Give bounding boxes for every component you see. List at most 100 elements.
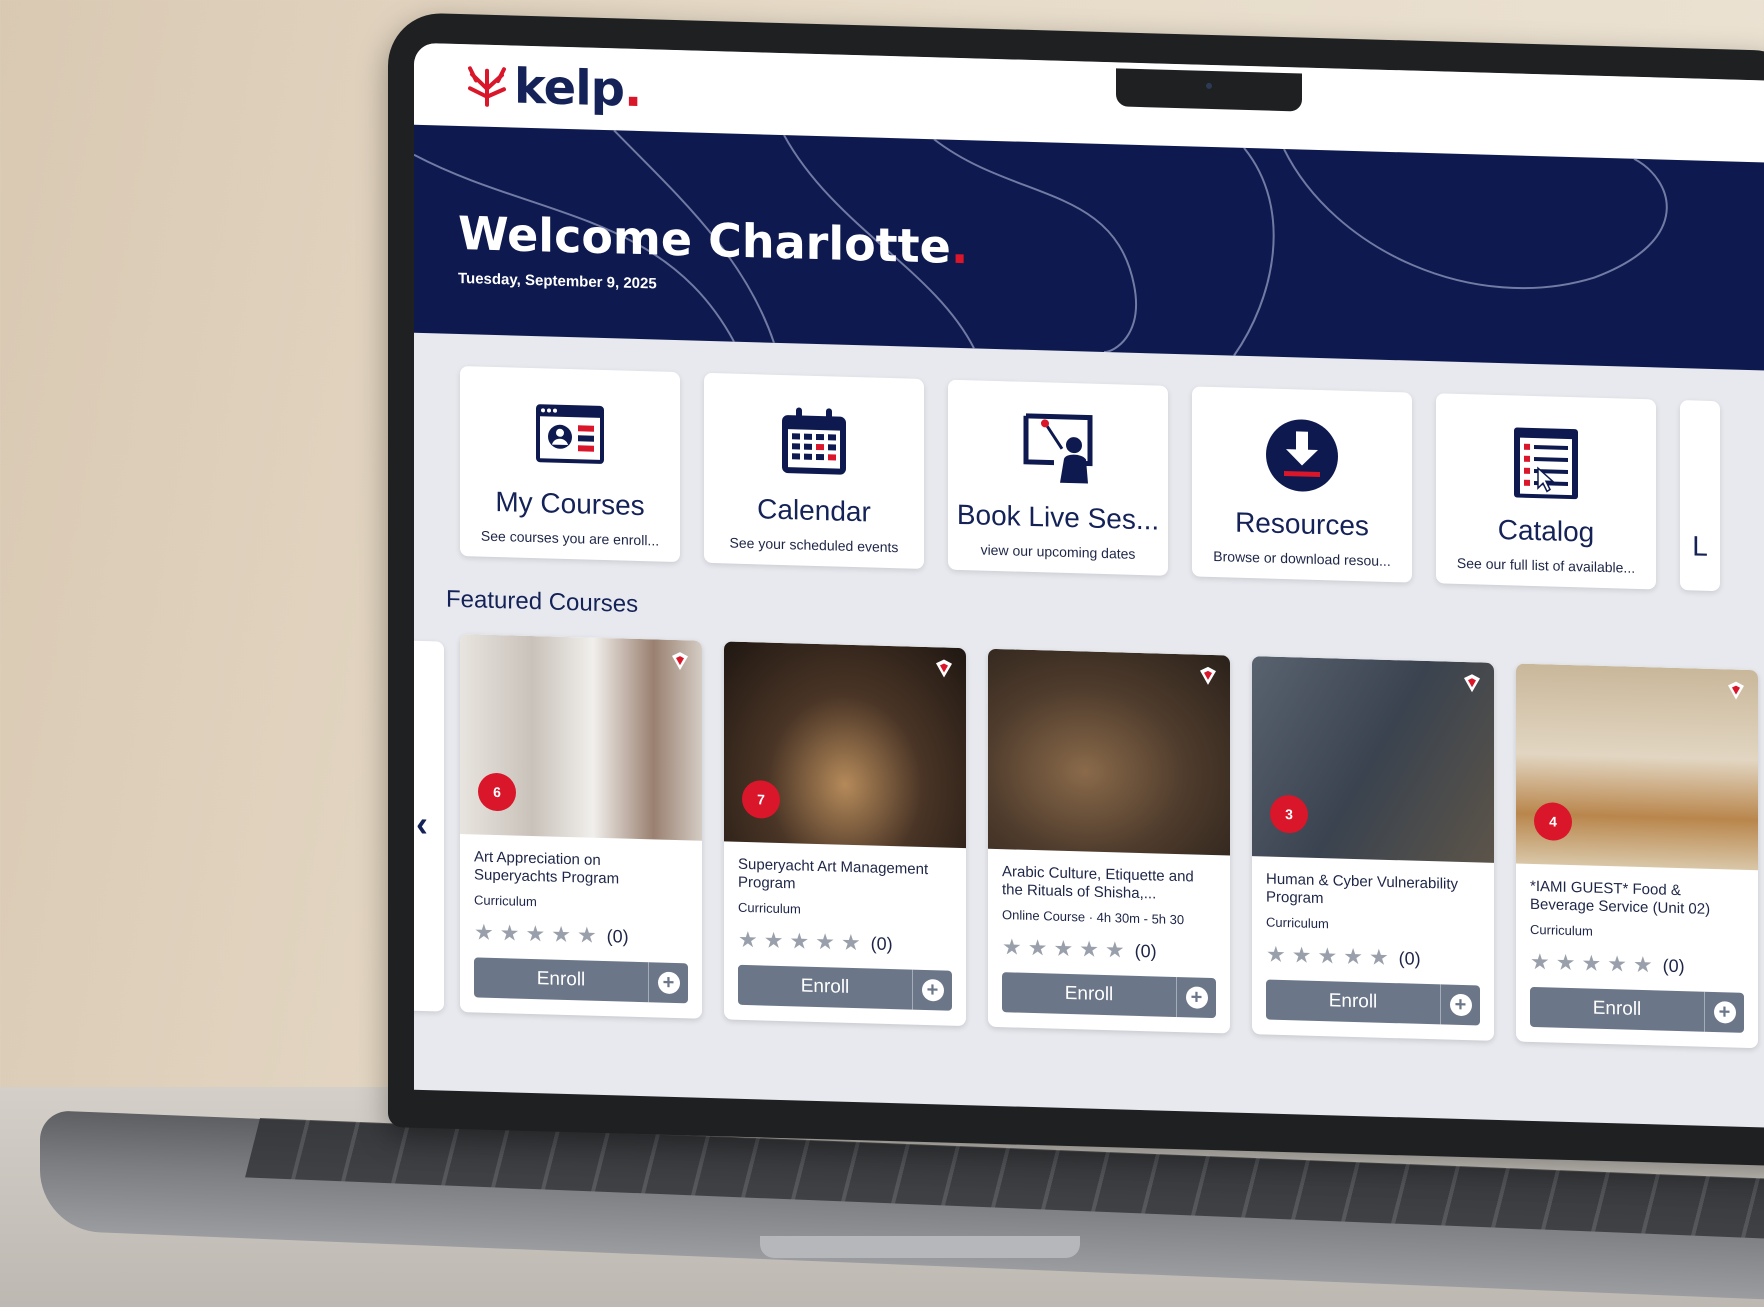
tile-partial[interactable]: L <box>1680 400 1720 592</box>
star-icon: ★ <box>1053 935 1074 962</box>
course-card[interactable]: 7 Superyacht Art Management Program Curr… <box>724 641 966 1027</box>
star-icon: ★ <box>1317 942 1338 969</box>
star-icon: ★ <box>1079 936 1099 962</box>
tile-book-live-session[interactable]: Book Live Ses... view our upcoming dates <box>948 379 1168 576</box>
rating-count: (0) <box>1662 955 1685 976</box>
rating-count: (0) <box>606 925 629 947</box>
live-session-icon <box>1023 413 1093 484</box>
enroll-button[interactable]: Enroll + <box>474 957 688 1004</box>
tile-title: Book Live Ses... <box>956 498 1160 536</box>
enroll-label: Enroll <box>1592 997 1642 1021</box>
plus-icon: + <box>1176 977 1216 1019</box>
course-image: 3 <box>1252 656 1494 863</box>
star-icon: ★ <box>1266 941 1286 968</box>
tile-title: My Courses <box>495 485 645 522</box>
star-icon: ★ <box>1104 937 1125 963</box>
star-icon: ★ <box>1343 943 1363 970</box>
star-icon: ★ <box>576 922 597 948</box>
course-title: Superyacht Art Management Program <box>738 855 929 893</box>
catalog-icon <box>1514 427 1578 500</box>
calendar-icon <box>782 407 846 475</box>
app-screen: kelp. Welcome Charlotte. Tuesday, Septem… <box>414 42 1764 1129</box>
provider-badge-icon <box>672 652 688 671</box>
enroll-button[interactable]: Enroll + <box>1530 986 1744 1033</box>
tile-calendar[interactable]: Calendar See your scheduled events <box>704 372 924 569</box>
brand-logo[interactable]: kelp. <box>464 57 641 118</box>
star-icon: ★ <box>1291 942 1312 968</box>
course-card[interactable]: 4 *IAMI GUEST* Food & Beverage Service (… <box>1516 663 1758 1049</box>
tile-my-courses[interactable]: My Courses See courses you are enroll... <box>460 366 680 563</box>
rating-count: (0) <box>1134 940 1157 961</box>
star-icon: ★ <box>1002 934 1022 960</box>
course-title: Human & Cyber Vulnerability Program <box>1266 870 1459 908</box>
provider-badge-icon <box>1728 681 1744 700</box>
laptop-lid: kelp. Welcome Charlotte. Tuesday, Septem… <box>388 12 1764 1167</box>
star-icon: ★ <box>815 928 835 955</box>
tile-title: Resources <box>1235 506 1369 542</box>
tile-resources[interactable]: Resources Browse or download resou... <box>1192 386 1412 583</box>
kelp-logo-icon <box>468 66 506 107</box>
star-icon: ★ <box>1555 949 1576 976</box>
star-rating: ★ ★ ★ ★ ★ (0) <box>460 907 702 952</box>
tile-subtitle: Browse or download resou... <box>1213 548 1391 570</box>
tile-title: L <box>1692 530 1708 562</box>
star-icon: ★ <box>1632 951 1653 978</box>
star-icon: ★ <box>474 919 494 945</box>
tile-subtitle: See our full list of available... <box>1456 554 1636 576</box>
star-icon: ★ <box>789 928 810 954</box>
welcome-banner: Welcome Charlotte. Tuesday, September 9,… <box>414 124 1764 372</box>
course-title: Arabic Culture, Etiquette and the Ritual… <box>1002 863 1194 903</box>
star-icon: ★ <box>499 920 520 946</box>
camera-notch <box>1116 68 1302 112</box>
carousel-prev-button[interactable]: ‹ <box>416 803 428 845</box>
star-icon: ★ <box>1581 950 1602 976</box>
star-icon: ★ <box>1530 948 1550 975</box>
course-image: 7 <box>724 641 966 849</box>
star-rating: ★ ★ ★ ★ ★ (0) <box>988 922 1230 967</box>
star-icon: ★ <box>525 920 546 947</box>
course-title: *IAMI GUEST* Food & Beverage Service (Un… <box>1530 877 1711 918</box>
course-count-badge: 7 <box>742 779 780 819</box>
star-icon: ★ <box>763 927 784 954</box>
enroll-button[interactable]: Enroll + <box>1266 979 1480 1026</box>
enroll-label: Enroll <box>1328 990 1378 1013</box>
my-courses-icon <box>536 404 604 464</box>
plus-icon: + <box>1440 984 1480 1026</box>
course-image <box>988 648 1230 856</box>
star-rating: ★ ★ ★ ★ ★ (0) <box>1516 937 1758 982</box>
brand-name: kelp. <box>514 58 642 119</box>
tile-catalog[interactable]: Catalog See our full list of available..… <box>1436 393 1656 590</box>
course-image: 6 <box>460 634 702 841</box>
course-title: Art Appreciation on Superyachts Program <box>474 848 620 888</box>
tile-title: Catalog <box>1497 513 1595 548</box>
star-rating: ★ ★ ★ ★ ★ (0) <box>1252 929 1494 974</box>
provider-badge-icon <box>1464 674 1480 693</box>
quick-links: My Courses See courses you are enroll... <box>414 333 1764 594</box>
star-icon: ★ <box>738 926 758 953</box>
rating-count: (0) <box>870 932 893 954</box>
provider-badge-icon <box>1200 666 1216 685</box>
plus-icon: + <box>912 969 952 1011</box>
enroll-button[interactable]: Enroll + <box>738 964 952 1011</box>
rating-count: (0) <box>1398 947 1421 969</box>
enroll-label: Enroll <box>536 968 586 991</box>
course-card[interactable]: 6 Art Appreciation on Superyachts Progra… <box>460 634 702 1019</box>
enroll-label: Enroll <box>1064 982 1114 1006</box>
course-image: 4 <box>1516 663 1758 871</box>
star-icon: ★ <box>1607 951 1627 977</box>
course-card[interactable]: 3 Human & Cyber Vulnerability Program Cu… <box>1252 656 1494 1041</box>
star-icon: ★ <box>1027 934 1048 961</box>
course-count-badge: 4 <box>1534 802 1572 842</box>
course-card[interactable]: Arabic Culture, Etiquette and the Ritual… <box>988 648 1230 1034</box>
star-icon: ★ <box>840 929 861 956</box>
provider-badge-icon <box>936 659 952 678</box>
featured-courses-carousel: ‹ 6 Art Appreciation on Superyachts Prog… <box>414 633 1764 1072</box>
tile-title: Calendar <box>757 493 871 528</box>
download-icon <box>1266 419 1338 492</box>
enroll-button[interactable]: Enroll + <box>1002 972 1216 1019</box>
tile-subtitle: See courses you are enroll... <box>480 527 660 549</box>
course-count-badge: 6 <box>478 772 516 812</box>
plus-icon: + <box>1704 991 1744 1033</box>
tile-subtitle: view our upcoming dates <box>980 541 1136 562</box>
plus-icon: + <box>648 962 688 1004</box>
